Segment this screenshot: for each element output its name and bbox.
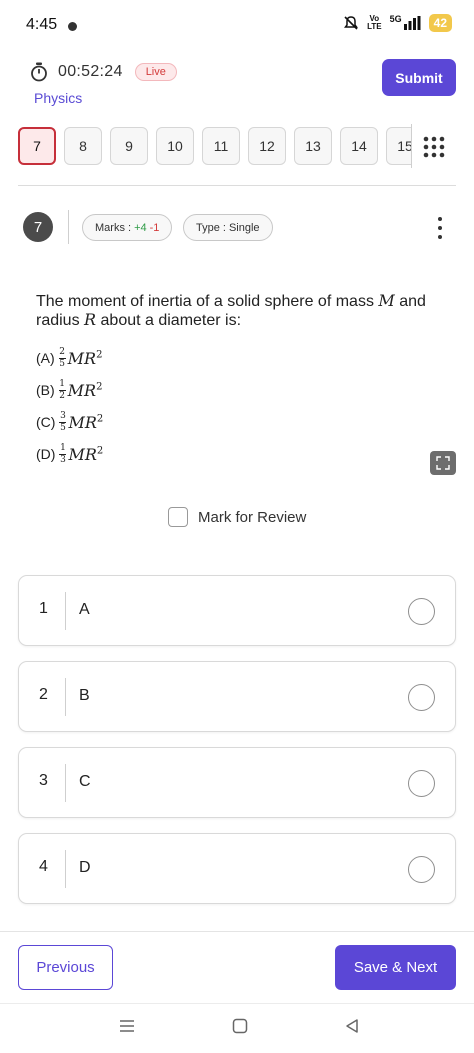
- fraction: 12: [58, 378, 66, 401]
- marks-pill: Marks : +4 -1: [82, 214, 173, 241]
- network-type: 5G: [389, 14, 402, 24]
- question-chip-9[interactable]: 9: [110, 127, 148, 165]
- mute-icon: [344, 16, 359, 30]
- answer-text: D: [79, 859, 91, 876]
- kebab-menu-icon[interactable]: [437, 217, 443, 239]
- answer-text: C: [79, 773, 91, 790]
- answer-radio[interactable]: [408, 684, 435, 711]
- question-navigator: 7 8 9 10 11 12 13 14 15: [18, 127, 412, 167]
- question-chip-12[interactable]: 12: [248, 127, 286, 165]
- grid-dots-icon[interactable]: [423, 136, 445, 158]
- divider: [18, 185, 456, 186]
- answer-number: 2: [39, 686, 48, 703]
- answer-text: B: [79, 687, 90, 704]
- subject-label: Physics: [34, 90, 83, 106]
- answer-option-1[interactable]: 1 A: [18, 575, 456, 646]
- mark-for-review[interactable]: Mark for Review: [168, 507, 306, 527]
- battery-indicator: 42: [428, 14, 452, 32]
- question-chip-13[interactable]: 13: [294, 127, 332, 165]
- answer-text: A: [79, 601, 90, 618]
- expand-icon[interactable]: [430, 451, 456, 475]
- type-label: Type :: [196, 221, 226, 234]
- stopwatch-icon: [31, 62, 47, 82]
- option-a: (A) 25 MR2: [36, 346, 103, 369]
- fraction: 13: [59, 442, 67, 465]
- option-d: (D) 13 MR2: [36, 442, 104, 465]
- live-badge: Live: [134, 63, 177, 81]
- home-nav-icon[interactable]: [232, 1018, 248, 1034]
- submit-button[interactable]: Submit: [382, 59, 456, 96]
- var-radius: R: [84, 310, 97, 329]
- save-next-button[interactable]: Save & Next: [335, 945, 456, 990]
- question-chip-7[interactable]: 7: [18, 127, 56, 165]
- back-nav-icon[interactable]: [344, 1018, 360, 1034]
- review-checkbox[interactable]: [168, 507, 188, 527]
- answer-radio[interactable]: [408, 856, 435, 883]
- timer-value: 00:52:24: [58, 63, 123, 80]
- question-options: (A) 25 MR2 (B) 12 MR2 (C) 35 MR2 (D) 13 …: [36, 342, 103, 470]
- option-b: (B) 12 MR2: [36, 378, 103, 401]
- answer-radio[interactable]: [408, 598, 435, 625]
- marks-label: Marks :: [95, 221, 132, 234]
- answer-number: 4: [39, 858, 48, 875]
- previous-button[interactable]: Previous: [18, 945, 113, 990]
- status-time: 4:45: [26, 16, 58, 33]
- strip-divider: [411, 124, 412, 168]
- marks-negative: -1: [149, 221, 160, 234]
- fraction: 35: [59, 410, 67, 433]
- type-pill: Type : Single: [183, 214, 273, 241]
- answer-option-3[interactable]: 3 C: [18, 747, 456, 818]
- question-number: 7: [23, 212, 53, 242]
- question-chip-15[interactable]: 15: [386, 127, 412, 165]
- menu-nav-icon[interactable]: [119, 1018, 135, 1034]
- status-icons: Vo LTE 5G 42: [343, 14, 452, 32]
- answer-option-2[interactable]: 2 B: [18, 661, 456, 732]
- notification-dot-icon: [68, 22, 77, 31]
- answer-radio[interactable]: [408, 770, 435, 797]
- answer-option-4[interactable]: 4 D: [18, 833, 456, 904]
- review-label: Mark for Review: [198, 508, 307, 526]
- answer-number: 1: [39, 600, 48, 617]
- var-mass: M: [378, 291, 395, 310]
- footer-divider: [0, 931, 474, 932]
- status-bar: 4:45 Vo LTE 5G 42: [0, 0, 474, 52]
- question-chip-8[interactable]: 8: [64, 127, 102, 165]
- navbar-divider: [0, 1003, 474, 1004]
- volte-indicator: Vo LTE: [367, 14, 382, 31]
- option-c: (C) 35 MR2: [36, 410, 104, 433]
- question-chip-10[interactable]: 10: [156, 127, 194, 165]
- question-chip-11[interactable]: 11: [202, 127, 240, 165]
- signal-icon: [403, 16, 421, 30]
- fraction: 25: [58, 346, 66, 369]
- type-value: Single: [228, 221, 260, 234]
- answer-number: 3: [39, 772, 48, 789]
- question-text: The moment of inertia of a solid sphere …: [36, 291, 426, 330]
- question-chip-14[interactable]: 14: [340, 127, 378, 165]
- marks-positive: +4: [134, 221, 147, 234]
- header-divider: [68, 210, 69, 244]
- timer-row: 00:52:24 Live: [30, 62, 177, 82]
